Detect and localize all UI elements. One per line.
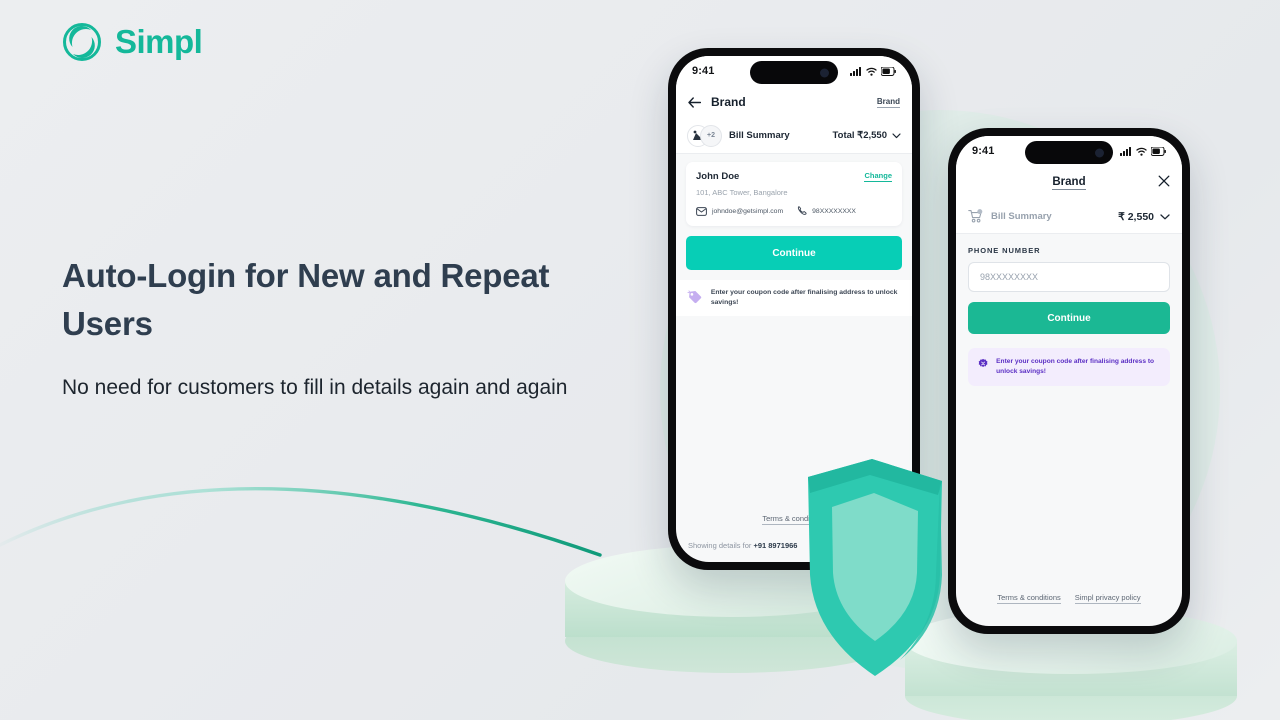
bill-summary-row[interactable]: +2 Bill Summary Total ₹2,550 [676, 118, 912, 154]
phone-number-label: PHONE NUMBER [968, 246, 1041, 255]
coupon-hint-strip: Enter your coupon code after finalising … [676, 280, 912, 317]
bill-summary-total[interactable]: Total ₹2,550 [833, 130, 901, 141]
page-title: Auto-Login for New and Repeat Users [62, 257, 550, 343]
phone-two-screen: 9:41 Brand Bill Summary ₹ 2,550 PHONE NU… [956, 136, 1182, 626]
phone-icon [798, 206, 807, 215]
phone-contact: 98XXXXXXXX [797, 206, 856, 216]
simpl-swirl-icon [60, 20, 104, 64]
bill-summary-label: Bill Summary [991, 211, 1052, 222]
address-section: John Doe Change 101, ABC Tower, Bangalor… [676, 154, 912, 226]
phone-number-input[interactable] [968, 262, 1170, 292]
bill-summary-left: +2 Bill Summary [687, 124, 790, 147]
phone-two-footer: Terms & conditions Simpl privacy policy [956, 593, 1182, 604]
back-arrow-icon[interactable] [688, 96, 701, 108]
bill-total-amount: ₹ 2,550 [1118, 210, 1154, 223]
status-time: 9:41 [692, 65, 715, 77]
address-contacts: johndoe@getsimpl.com 98XXXXXXXX [696, 206, 892, 216]
status-icons [1120, 146, 1166, 156]
brand-logo[interactable]: Simpl [60, 20, 203, 64]
battery-icon [881, 66, 896, 76]
showing-details-prefix: Showing details for [688, 541, 754, 550]
customer-phone: 98XXXXXXXX [812, 207, 856, 215]
security-shield-icon [800, 455, 950, 680]
terms-link[interactable]: Terms & conditions [997, 593, 1061, 604]
battery-icon [1151, 146, 1166, 156]
cellular-signal-icon [1120, 146, 1131, 156]
coupon-hint-banner: Enter your coupon code after finalising … [968, 348, 1170, 387]
dynamic-island [750, 61, 838, 84]
extra-items-badge: +2 [700, 124, 722, 147]
wifi-icon [1136, 147, 1147, 156]
coupon-hint-text: Enter your coupon code after finalising … [996, 358, 1155, 376]
brand-logo-text: Simpl [115, 23, 203, 60]
status-bar: 9:41 [676, 56, 912, 86]
product-thumbnails: +2 [687, 124, 722, 147]
phone-mockup-login: 9:41 Brand Bill Summary ₹ 2,550 PHONE NU… [948, 128, 1190, 634]
wifi-icon [866, 67, 877, 76]
email-contact: johndoe@getsimpl.com [696, 206, 784, 216]
bill-total-amount: Total ₹2,550 [832, 130, 887, 141]
navbar-left[interactable]: Brand [688, 95, 746, 109]
customer-email: johndoe@getsimpl.com [712, 207, 784, 215]
dynamic-island [1025, 141, 1113, 164]
navbar-brand-label: Brand [876, 96, 900, 108]
camera-lens-icon [1095, 148, 1104, 157]
continue-button[interactable]: Continue [686, 236, 902, 270]
coupon-tag-icon [687, 290, 702, 304]
showing-details-number: +91 8971966 [753, 541, 798, 550]
bill-summary-total[interactable]: ₹ 2,550 [1118, 211, 1170, 223]
status-bar: 9:41 [956, 136, 1182, 166]
coupon-hint-text: Enter your coupon code after finalising … [710, 289, 898, 307]
chevron-down-icon[interactable] [1160, 213, 1170, 220]
coupon-badge-icon [978, 358, 988, 367]
continue-button[interactable]: Continue [968, 302, 1170, 334]
change-address-link[interactable]: Change [864, 171, 892, 182]
navbar-title: Brand [711, 95, 746, 109]
phone-two-navbar: Brand [956, 166, 1182, 200]
hero-copy: Auto-Login for New and Repeat Users No n… [62, 252, 642, 406]
status-time: 9:41 [972, 145, 995, 157]
bill-summary-left: Bill Summary [968, 209, 1052, 224]
bill-summary-label: Bill Summary [729, 130, 790, 141]
cellular-signal-icon [850, 66, 861, 76]
phone-one-navbar: Brand Brand [676, 86, 912, 118]
camera-lens-icon [820, 68, 829, 77]
privacy-policy-link[interactable]: Simpl privacy policy [1074, 593, 1141, 604]
customer-name: John Doe [696, 171, 740, 182]
login-form: PHONE NUMBER Continue Enter your coupon … [956, 234, 1182, 387]
page-subtitle: No need for customers to fill in details… [62, 376, 568, 400]
bill-summary-row[interactable]: Bill Summary ₹ 2,550 [956, 200, 1182, 234]
address-card-header: John Doe Change [696, 171, 892, 182]
address-card: John Doe Change 101, ABC Tower, Bangalor… [686, 162, 902, 226]
cart-icon [968, 209, 983, 223]
navbar-title: Brand [1052, 176, 1086, 190]
envelope-icon [696, 206, 707, 216]
accent-curve [0, 487, 602, 557]
address-line: 101, ABC Tower, Bangalore [696, 188, 788, 197]
status-icons [850, 66, 896, 76]
chevron-down-icon[interactable] [892, 132, 901, 139]
close-icon[interactable] [1158, 174, 1170, 192]
